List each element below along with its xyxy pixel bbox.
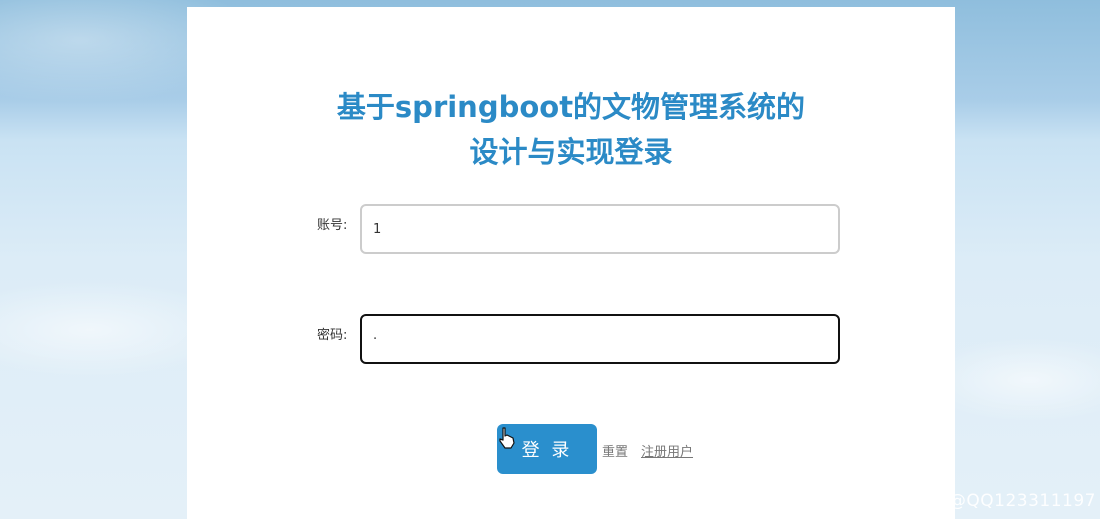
reset-link[interactable]: 重置 [602,441,628,460]
account-input[interactable] [360,204,840,254]
csdn-watermark: CSDN @QQ123311197 [892,491,1096,511]
register-link[interactable]: 注册用户 [641,441,693,460]
login-panel: 基于springboot的文物管理系统的 设计与实现登录 账号: 密码: 登 录… [187,7,955,519]
password-input[interactable] [360,314,840,364]
account-label: 账号: [317,218,348,233]
password-label: 密码: [317,328,348,343]
title-line-2: 设计与实现登录 [469,135,673,169]
page-title: 基于springboot的文物管理系统的 设计与实现登录 [187,85,955,175]
hand-cursor-icon [499,427,515,449]
title-line-1: 基于springboot的文物管理系统的 [336,90,806,124]
